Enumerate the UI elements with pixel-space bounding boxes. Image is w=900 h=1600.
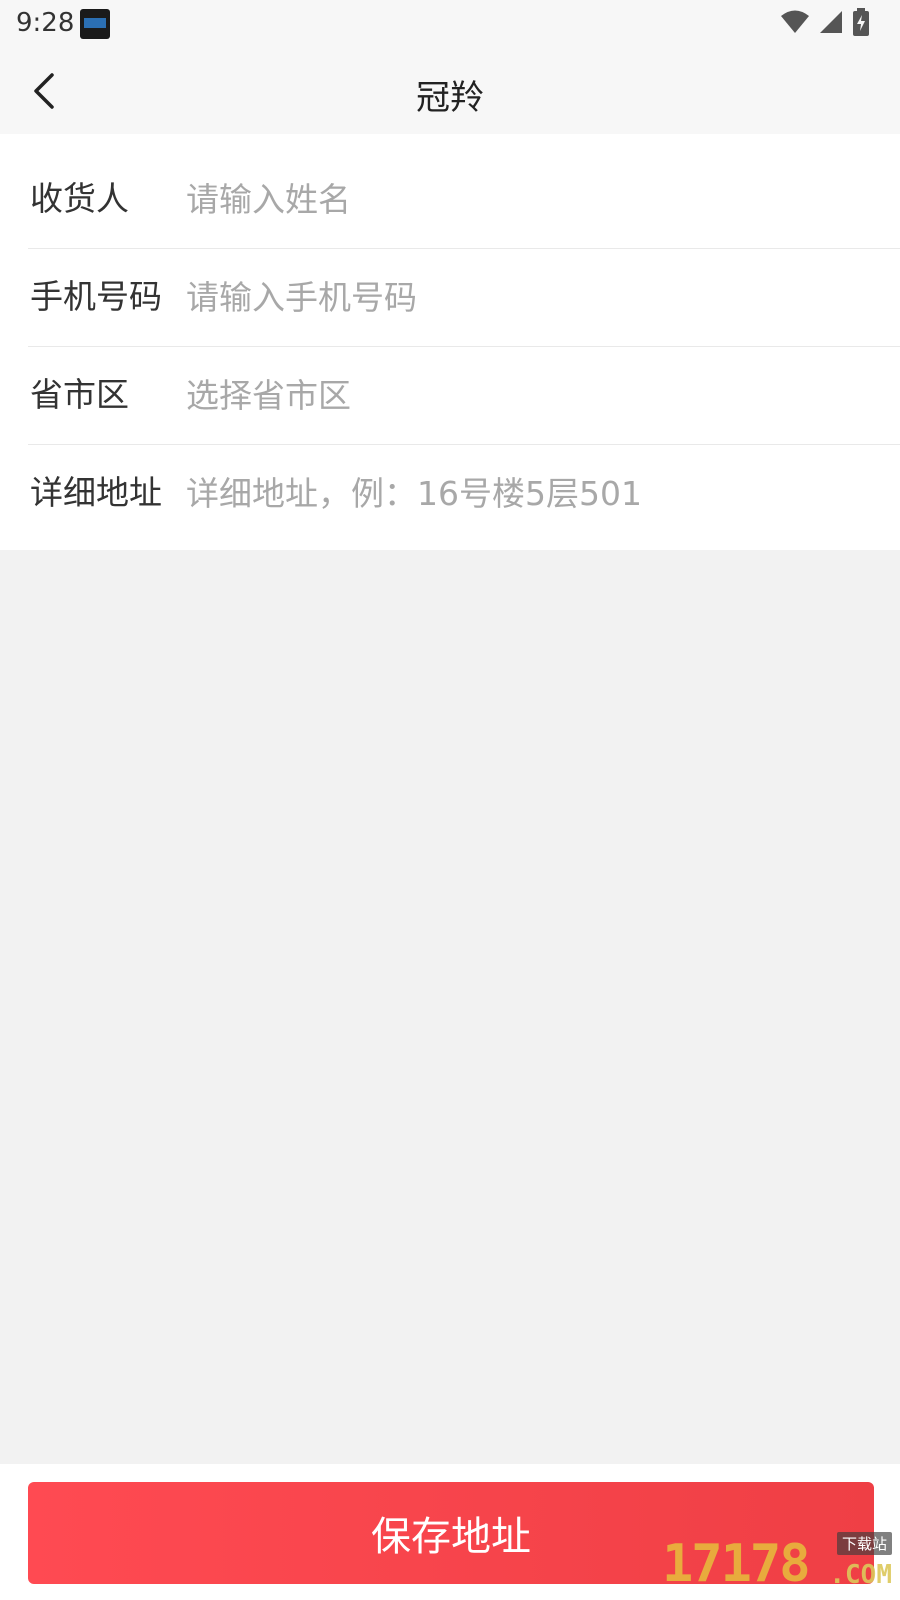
watermark-number: 17178 — [662, 1534, 811, 1594]
phone-label: 手机号码 — [30, 277, 162, 316]
signal-icon — [818, 9, 844, 39]
app-header: 冠羚 — [0, 48, 900, 134]
form-row-phone: 手机号码 — [28, 248, 900, 347]
form-row-recipient: 收货人 — [28, 150, 900, 249]
status-time: 9:28 — [16, 8, 75, 38]
watermark-com: .COM — [829, 1560, 892, 1590]
form-row-detail-address: 详细地址 — [28, 444, 900, 542]
recipient-label: 收货人 — [30, 179, 129, 218]
recipient-name-input[interactable] — [186, 170, 880, 228]
battery-charging-icon — [852, 8, 870, 40]
region-selector[interactable] — [186, 366, 880, 424]
address-form: 收货人 手机号码 省市区 详细地址 — [0, 134, 900, 550]
phone-input[interactable] — [186, 268, 880, 326]
region-label: 省市区 — [30, 375, 129, 414]
status-bar: 9:28 — [0, 0, 900, 48]
watermark-badge: 下载站 — [836, 1532, 892, 1555]
watermark: 17178 .COM 下载站 — [662, 1532, 892, 1594]
notification-app-icon — [80, 9, 110, 39]
wifi-icon — [780, 9, 810, 39]
status-icons — [780, 8, 870, 40]
form-row-region: 省市区 — [28, 346, 900, 445]
detail-address-input[interactable] — [186, 464, 880, 522]
detail-address-label: 详细地址 — [30, 473, 162, 512]
page-title: 冠羚 — [416, 78, 484, 118]
